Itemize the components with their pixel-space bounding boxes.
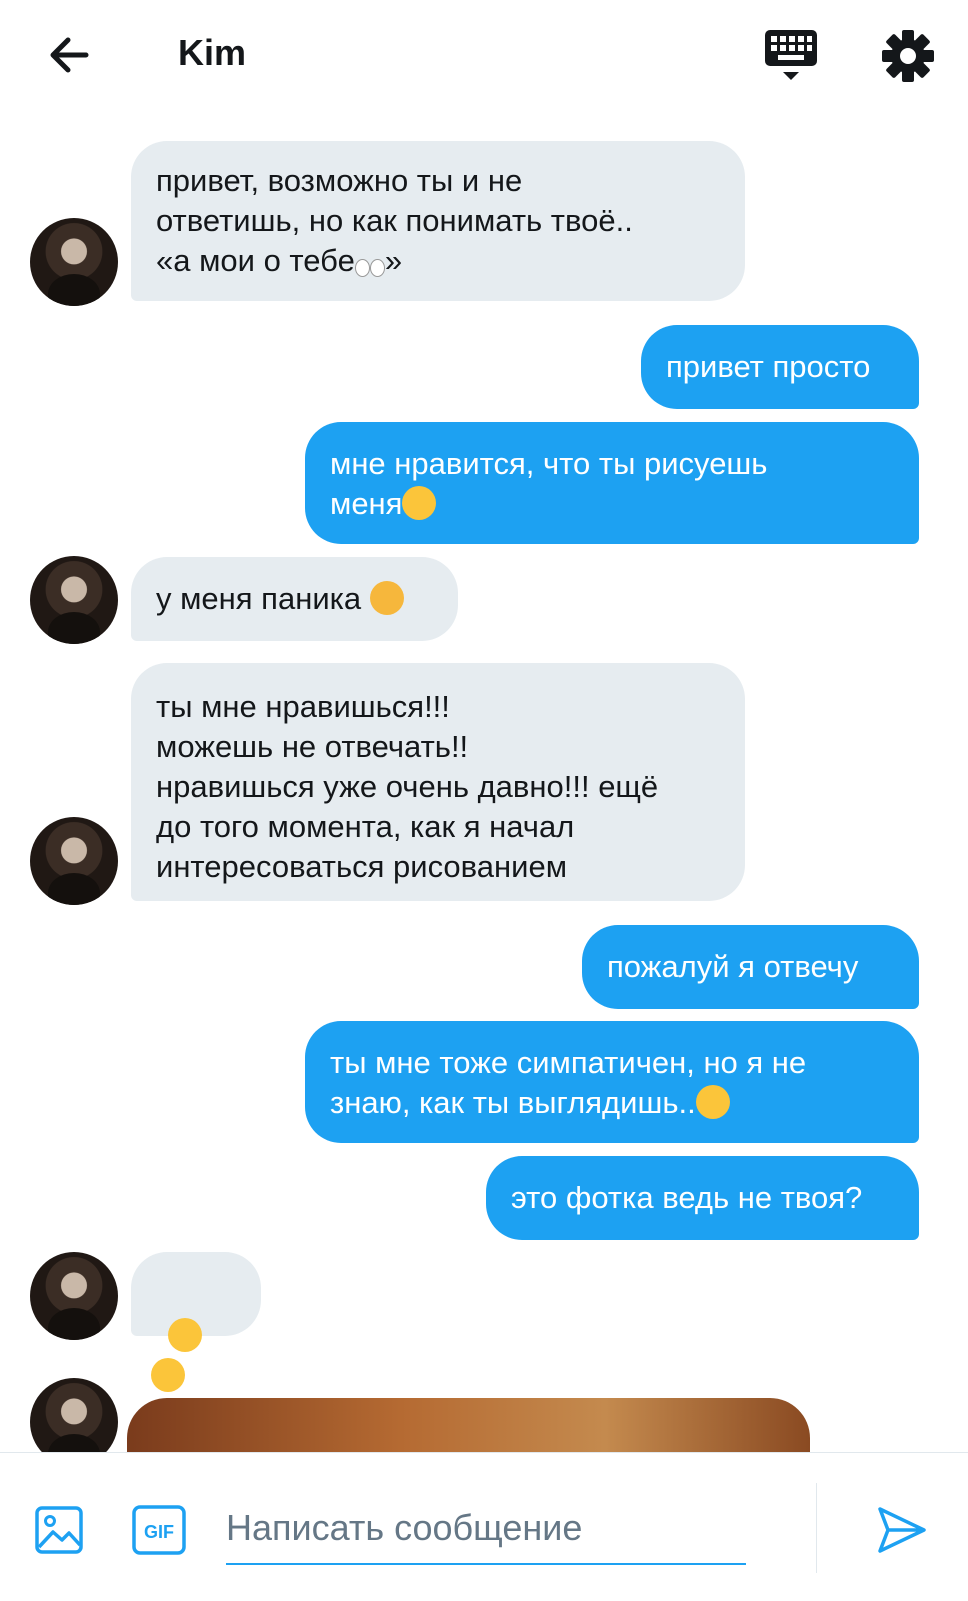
message-bubble-outgoing: ты мне тоже симпатичен, но я не знаю, ка… — [305, 1021, 919, 1143]
message-text: пожалуй я отвечу — [607, 949, 859, 984]
message-bubble-outgoing: пожалуй я отвечу — [582, 925, 919, 1009]
keyboard-icon[interactable] — [764, 28, 818, 84]
eyes-emoji-icon — [354, 257, 385, 277]
avatar[interactable] — [30, 1252, 118, 1340]
message-bubble-incoming: у меня паника — [131, 557, 458, 641]
exploding-head-emoji-icon — [369, 581, 404, 615]
message-bubble-incoming: ты мне нравишься!!! можешь не отвечать!!… — [131, 663, 745, 901]
arrow-left-icon[interactable] — [42, 28, 96, 82]
avatar[interactable] — [30, 817, 118, 905]
gif-button[interactable]: GIF — [132, 1505, 186, 1555]
avatar[interactable] — [30, 556, 118, 644]
grinning-face-emoji-icon — [402, 486, 437, 520]
divider — [816, 1483, 817, 1573]
message-bubble-outgoing: это фотка ведь не твоя? — [486, 1156, 919, 1240]
gif-label: GIF — [144, 1522, 174, 1542]
avatar[interactable] — [30, 218, 118, 306]
conversation-title: Kim — [178, 32, 247, 73]
image-icon[interactable] — [34, 1505, 84, 1555]
photo-message[interactable] — [127, 1398, 810, 1458]
message-bubble-incoming: привет, возможно ты и не ответишь, но ка… — [131, 141, 745, 301]
message-text-suffix: » — [384, 243, 403, 278]
gear-icon[interactable] — [880, 28, 936, 84]
chat-header: Kim — [0, 0, 968, 110]
message-bubble-outgoing: мне нравится, что ты рисуешь меня — [305, 422, 919, 544]
message-text: привет просто — [666, 349, 871, 384]
message-bubble-incoming — [131, 1252, 261, 1392]
message-text: ты мне нравишься!!! можешь не отвечать!!… — [156, 689, 659, 884]
message-bubble-outgoing: привет просто — [641, 325, 919, 409]
pleading-face-emoji-icon — [151, 1358, 185, 1392]
send-icon[interactable] — [876, 1505, 928, 1555]
message-text: у меня паника — [156, 581, 370, 616]
composer-bar: GIF — [0, 1452, 968, 1601]
message-input[interactable] — [226, 1493, 746, 1565]
flushed-face-emoji-icon — [168, 1318, 203, 1352]
message-text: это фотка ведь не твоя? — [511, 1180, 863, 1215]
message-text: ты мне тоже симпатичен, но я не знаю, ка… — [330, 1045, 807, 1120]
expressionless-face-emoji-icon — [695, 1085, 730, 1119]
message-text: мне нравится, что ты рисуешь меня — [330, 446, 768, 521]
